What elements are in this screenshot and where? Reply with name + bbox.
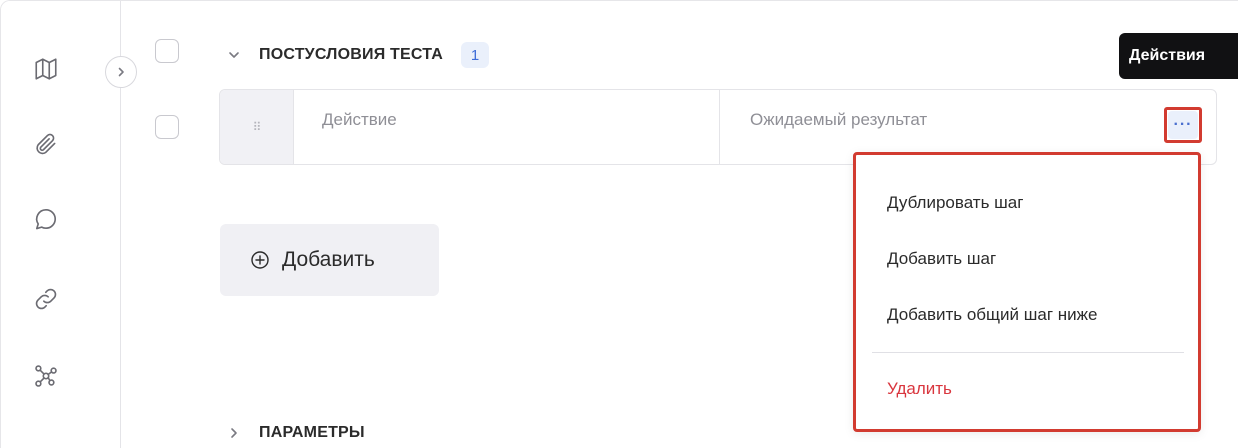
step-select-checkbox[interactable] (155, 115, 179, 139)
chevron-down-icon (227, 48, 241, 62)
chevron-right-icon (227, 426, 241, 440)
params-section-header[interactable]: ПАРАМЕТРЫ (227, 421, 365, 445)
menu-item-duplicate-step[interactable]: Дублировать шаг (887, 193, 1023, 213)
params-title: ПАРАМЕТРЫ (259, 424, 365, 441)
plus-circle-icon (250, 250, 270, 270)
menu-item-add-shared-step-below[interactable]: Добавить общий шаг ниже (887, 305, 1097, 325)
more-icon: ··· (1168, 111, 1198, 139)
graph-icon[interactable] (31, 361, 61, 391)
actions-tooltip: Действия (1119, 33, 1238, 79)
side-rail (1, 1, 121, 448)
menu-item-add-step[interactable]: Добавить шаг (887, 249, 996, 269)
expand-rail-button[interactable] (105, 56, 137, 88)
menu-item-delete[interactable]: Удалить (887, 379, 952, 399)
section-select-checkbox[interactable] (155, 39, 179, 63)
link-icon[interactable] (31, 284, 61, 314)
drag-handle[interactable]: ⠿ (220, 90, 294, 164)
map-icon[interactable] (31, 54, 61, 84)
comment-icon[interactable] (31, 204, 61, 234)
menu-divider (872, 352, 1184, 353)
paperclip-icon[interactable] (31, 129, 61, 159)
test-case-panel: ПОСТУСЛОВИЯ ТЕСТА 1 ⠿ Действие Ожидаемый… (0, 0, 1238, 448)
step-actions-button[interactable]: ··· (1164, 107, 1202, 143)
count-badge: 1 (460, 42, 489, 68)
section-title: ПОСТУСЛОВИЯ ТЕСТА (259, 46, 443, 63)
step-actions-menu: Дублировать шаг Добавить шаг Добавить об… (853, 152, 1201, 432)
postconditions-section-header[interactable]: ПОСТУСЛОВИЯ ТЕСТА 1 (227, 41, 489, 69)
step-action-field[interactable]: Действие (294, 90, 720, 164)
drag-dots-icon: ⠿ (252, 120, 262, 134)
chevron-right-icon (118, 67, 124, 77)
add-step-label: Добавить (282, 248, 375, 271)
add-step-button[interactable]: Добавить (220, 224, 439, 296)
